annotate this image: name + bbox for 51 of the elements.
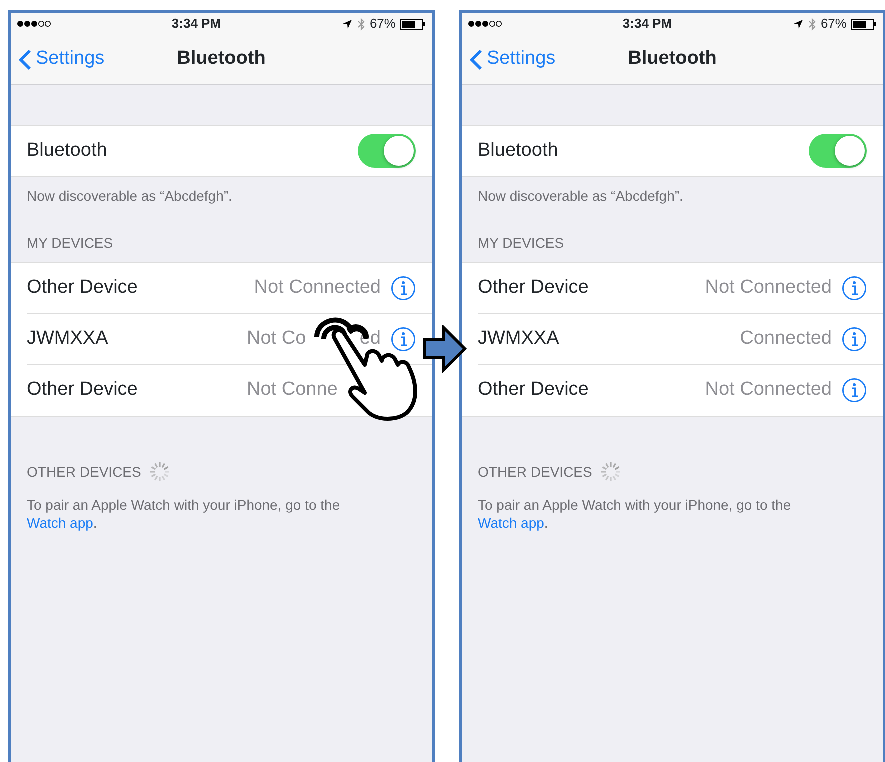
- bluetooth-toggle[interactable]: [358, 134, 416, 168]
- section-header: MY DEVICES: [477, 234, 566, 253]
- signal-icon: [17, 20, 51, 28]
- chevron-left-icon: [19, 48, 32, 70]
- device-name: Other Device: [478, 378, 590, 402]
- location-icon: [792, 18, 804, 30]
- battery-icon: [400, 18, 426, 30]
- discoverable-note: Now discoverable as “Abcdefgh”.: [477, 187, 684, 206]
- signal-icon: [468, 20, 502, 28]
- loading-spinner-icon: [600, 461, 622, 483]
- bluetooth-toggle[interactable]: [809, 134, 867, 168]
- battery-icon: [850, 18, 877, 30]
- back-button[interactable]: Settings: [462, 44, 562, 75]
- connection-status: Not Conne: [247, 378, 338, 402]
- info-icon[interactable]: [842, 378, 867, 403]
- info-icon[interactable]: [391, 276, 416, 300]
- location-icon: [342, 18, 353, 30]
- device-name: Other Device: [27, 276, 139, 300]
- bluetooth-icon: [808, 18, 817, 30]
- status-time: 3:34 PM: [622, 15, 672, 34]
- setting-label: Bluetooth: [27, 138, 108, 163]
- device-name: JWMXXA: [27, 326, 110, 351]
- loading-spinner-icon: [149, 461, 172, 483]
- info-icon[interactable]: [842, 276, 867, 300]
- screen-title: Bluetooth: [628, 47, 717, 72]
- connection-status: Connected: [740, 326, 832, 351]
- setting-label: Bluetooth: [478, 138, 558, 163]
- info-icon[interactable]: [842, 326, 867, 352]
- device-name: JWMXXA: [478, 326, 560, 351]
- section-header: OTHER DEVICES: [27, 462, 142, 482]
- status-time: 3:34 PM: [172, 15, 222, 34]
- battery-percent: 67%: [370, 15, 396, 34]
- chevron-left-icon: [470, 48, 483, 70]
- section-header: MY DEVICES: [26, 234, 114, 253]
- battery-percent: 67%: [820, 15, 847, 34]
- back-button[interactable]: Settings: [11, 44, 111, 75]
- bluetooth-icon: [356, 18, 366, 30]
- device-name: Other Device: [478, 276, 590, 300]
- connection-status: Not Co: [247, 326, 306, 351]
- watch-app-link[interactable]: Watch app: [27, 515, 94, 531]
- watch-app-link[interactable]: Watch app: [478, 515, 544, 531]
- connection-status: Not Connected: [254, 276, 381, 300]
- device-name: Other Device: [27, 378, 139, 402]
- pairing-hint: To pair an Apple Watch with your iPhone, go to the Watch app.: [477, 496, 792, 532]
- pairing-hint: To pair an Apple Watch with your iPhone, go to the Watch app.: [26, 496, 342, 532]
- connection-status: Not Connected: [705, 276, 832, 300]
- discoverable-note: Now discoverable as “Abcdefgh”.: [26, 187, 234, 206]
- screen-title: Bluetooth: [177, 47, 266, 72]
- info-icon[interactable]: [391, 326, 416, 352]
- connection-status: Not Connected: [705, 378, 832, 402]
- section-header: OTHER DEVICES: [478, 462, 592, 482]
